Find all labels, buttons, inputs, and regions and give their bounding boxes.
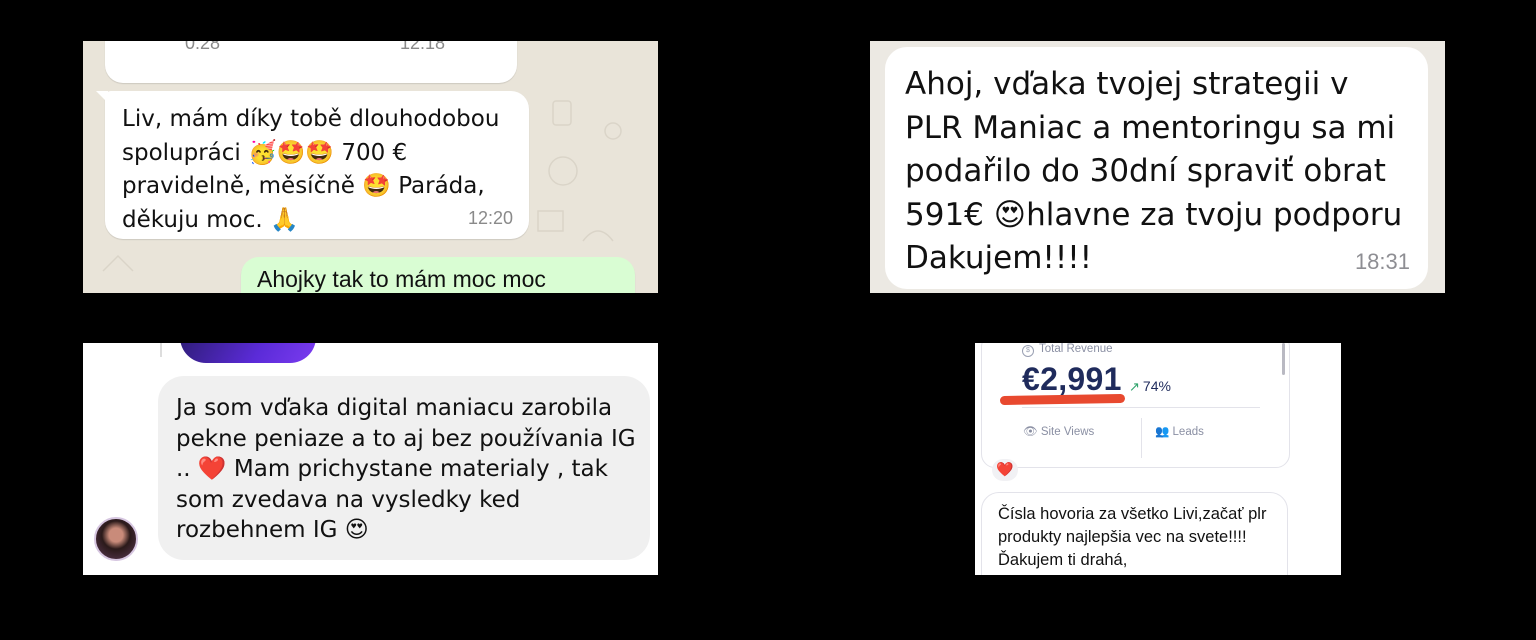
revenue-trend: ↗ 74%	[1129, 378, 1171, 395]
site-views-text: Site Views	[1040, 426, 1095, 438]
leads-label: 👥 Leads	[1155, 424, 1204, 438]
eye-icon: 👁	[1023, 426, 1038, 438]
comment-bubble[interactable]: Ja som vďaka digital maniacu zarobila pe…	[158, 376, 650, 560]
message-text: Ahoj, vďaka tvojej strategii v PLR Mania…	[905, 66, 1403, 276]
avatar[interactable]	[94, 517, 138, 561]
message-timestamp: 12:20	[467, 208, 513, 228]
whatsapp-chat-panel: 0:28 12:18 Liv, mám díky tobě dlouhodobo…	[83, 41, 658, 293]
divider	[1141, 418, 1142, 458]
revenue-trend-value: 74%	[1142, 378, 1171, 394]
users-icon: 👥	[1155, 426, 1170, 438]
message-timestamp: 18:31	[1354, 249, 1410, 274]
outgoing-message-bubble[interactable]: Ahojky tak to mám moc moc	[241, 257, 635, 293]
total-revenue-label: Total Revenue	[1039, 343, 1113, 355]
heart-reaction-icon[interactable]: ❤️	[992, 459, 1018, 481]
dashboard-panel: $ Total Revenue €2,991 ↗ 74% 👁 Site Views…	[975, 343, 1341, 575]
comment-panel: Ja som vďaka digital maniacu zarobila pe…	[83, 343, 658, 575]
thread-line	[160, 343, 162, 357]
comment-text: Ja som vďaka digital maniacu zarobila pe…	[176, 395, 636, 543]
divider	[1022, 407, 1260, 408]
voice-timestamp: 12:18	[400, 41, 446, 53]
comment-bubble[interactable]: Čísla hovoria za všetko Livi,začať plr p…	[981, 492, 1288, 575]
red-underline-marker	[999, 393, 1126, 406]
scrollbar[interactable]	[1282, 343, 1285, 375]
bubble-tail	[96, 91, 108, 103]
message-panel: Ahoj, vďaka tvojej strategii v PLR Mania…	[870, 41, 1445, 293]
message-text: Liv, mám díky tobě dlouhodobou spoluprác…	[122, 106, 500, 233]
leads-text: Leads	[1172, 426, 1204, 438]
revenue-card: $ Total Revenue €2,991 ↗ 74% 👁 Site Views…	[981, 343, 1290, 468]
site-views-label: 👁 Site Views	[1023, 424, 1094, 438]
voice-message-bubble[interactable]: 0:28 12:18	[105, 41, 517, 83]
reply-text: Ahojky tak to mám moc moc	[257, 266, 546, 292]
trend-up-icon: ↗	[1129, 379, 1140, 394]
total-revenue-value: €2,991	[1022, 361, 1122, 397]
incoming-message-bubble[interactable]: Liv, mám díky tobě dlouhodobou spoluprác…	[96, 91, 529, 239]
coin-icon: $	[1022, 345, 1034, 357]
media-thumbnail[interactable]	[180, 343, 316, 363]
message-bubble[interactable]: Ahoj, vďaka tvojej strategii v PLR Mania…	[885, 47, 1428, 289]
comment-text: Čísla hovoria za všetko Livi,začať plr p…	[998, 505, 1267, 569]
voice-duration: 0:28	[185, 41, 221, 53]
